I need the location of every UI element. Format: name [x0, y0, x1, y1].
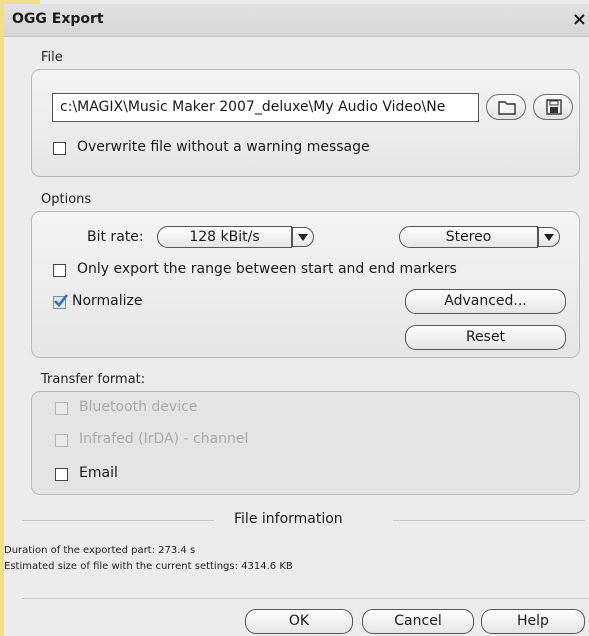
cancel-button[interactable]: Cancel	[362, 609, 474, 634]
normalize-checkbox[interactable]	[53, 294, 69, 309]
size-text: Estimated size of file with the current …	[4, 561, 293, 572]
options-section-label: Options	[41, 192, 92, 207]
email-checkbox[interactable]	[55, 468, 68, 481]
chevron-down-icon	[544, 234, 554, 241]
divider-bottom	[22, 598, 589, 599]
channel-dropdown-button[interactable]	[538, 227, 560, 247]
range-label: Only export the range between start and …	[77, 261, 457, 277]
window-edge-highlight	[0, 0, 4, 636]
irda-checkbox[interactable]	[55, 434, 68, 447]
divider-left	[22, 520, 214, 521]
channel-select[interactable]: Stereo	[399, 226, 538, 248]
save-disk-icon	[546, 99, 562, 115]
bluetooth-label: Bluetooth device	[79, 399, 198, 415]
overwrite-checkbox[interactable]	[53, 142, 66, 155]
reset-button[interactable]: Reset	[405, 325, 566, 350]
window-title: OGG Export	[12, 11, 104, 27]
transfer-section-label: Transfer format:	[41, 372, 146, 387]
folder-icon	[498, 101, 516, 115]
close-icon[interactable]: ×	[572, 9, 587, 30]
help-button[interactable]: Help	[481, 609, 585, 634]
email-label: Email	[79, 465, 118, 481]
chevron-down-icon	[298, 234, 308, 241]
irda-label: Infrafed (IrDA) - channel	[79, 431, 249, 447]
file-information-heading: File information	[234, 511, 343, 527]
file-section-label: File	[41, 50, 63, 65]
duration-text: Duration of the exported part: 273.4 s	[4, 545, 196, 556]
range-checkbox[interactable]	[53, 264, 66, 277]
bluetooth-checkbox[interactable]	[55, 402, 68, 415]
bitrate-dropdown-button[interactable]	[292, 227, 314, 247]
file-panel	[31, 69, 580, 177]
checkmark-icon	[54, 294, 69, 307]
divider-right	[393, 520, 585, 521]
file-path-input[interactable]: c:\MAGIX\Music Maker 2007_deluxe\My Audi…	[52, 93, 479, 122]
advanced-button[interactable]: Advanced...	[405, 289, 566, 314]
title-bar: OGG Export ×	[4, 4, 589, 37]
browse-folder-button[interactable]	[486, 94, 526, 120]
save-file-button[interactable]	[533, 94, 573, 120]
bitrate-select[interactable]: 128 kBit/s	[157, 226, 292, 248]
overwrite-label: Overwrite file without a warning message	[77, 139, 370, 155]
ok-button[interactable]: OK	[245, 609, 353, 634]
normalize-label: Normalize	[72, 293, 143, 309]
bitrate-label: Bit rate:	[87, 229, 144, 245]
